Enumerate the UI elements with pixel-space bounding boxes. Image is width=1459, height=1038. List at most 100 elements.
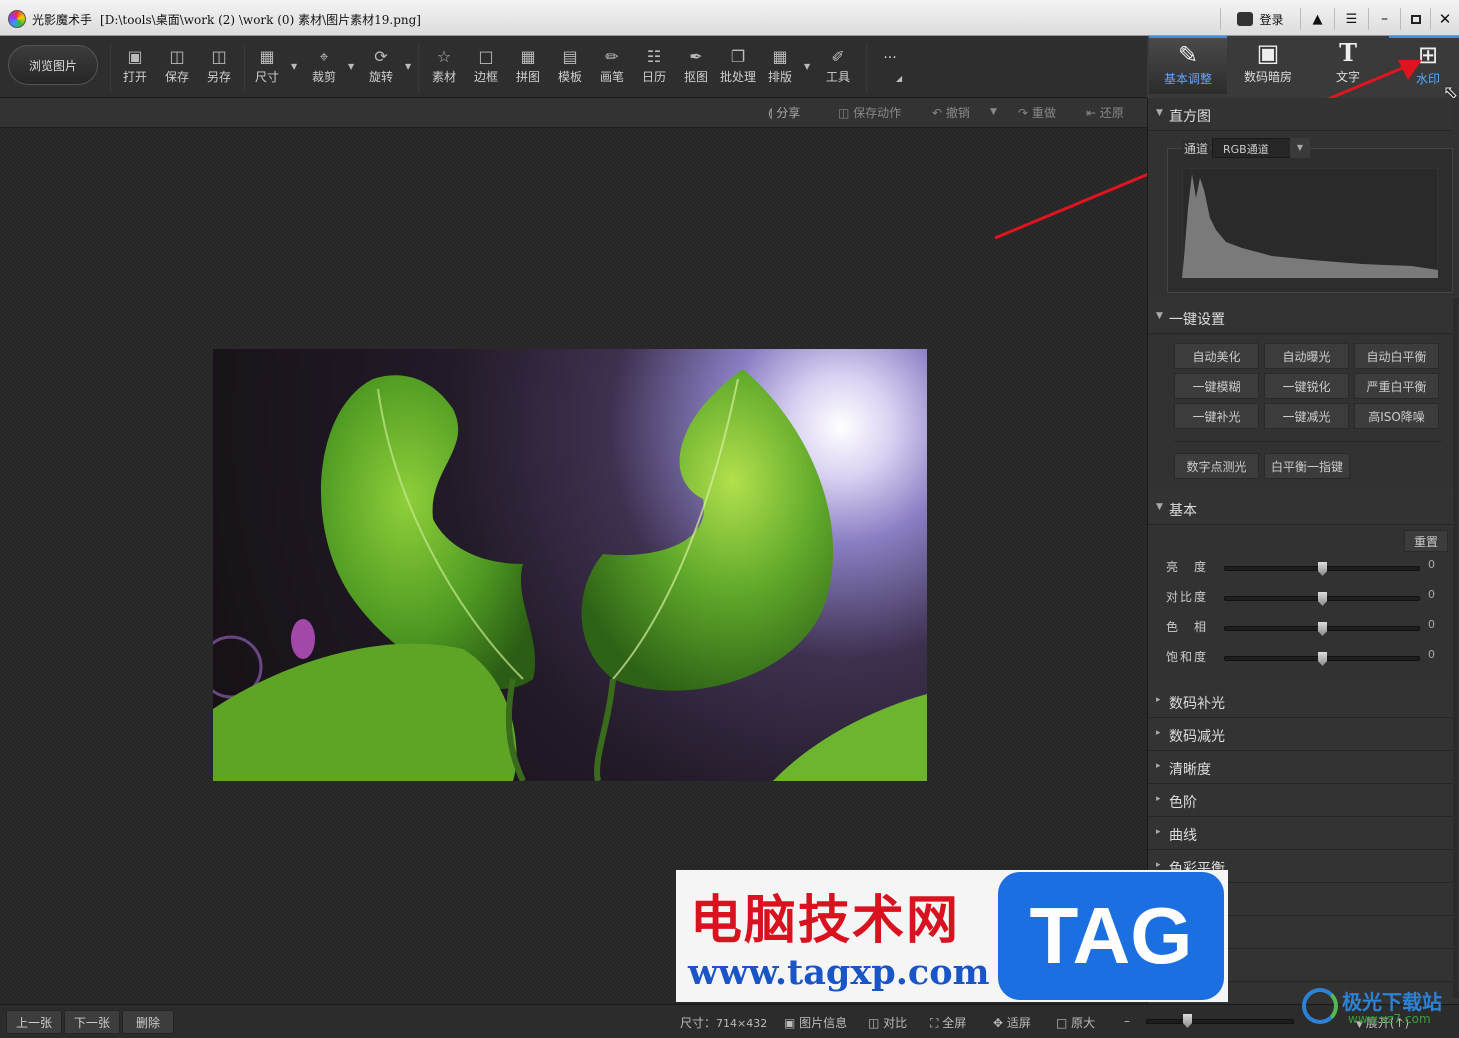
skin-button[interactable]: ▲	[1300, 8, 1334, 30]
contrast-slider[interactable]: 对比度 0	[1166, 588, 1446, 608]
one-click-blur-button[interactable]: 一键模糊	[1174, 373, 1259, 399]
hue-slider[interactable]: 色 相0	[1166, 618, 1446, 638]
rotate-dropdown-icon[interactable]: ▼	[405, 62, 411, 71]
toolbar-divider	[110, 44, 111, 92]
photo-leaves[interactable]	[213, 349, 927, 781]
cutout-icon: ✒	[689, 47, 703, 66]
browse-images-button[interactable]: 浏览图片	[8, 45, 98, 85]
levels-section[interactable]: ▸ 色阶	[1148, 784, 1453, 817]
toolbar-divider	[244, 44, 245, 92]
maximize-button[interactable]	[1400, 8, 1430, 30]
one-click-reduce-light-button[interactable]: 一键减光	[1264, 403, 1349, 429]
channel-dropdown-icon[interactable]: ▼	[1290, 138, 1310, 158]
photo-leaves-graphic	[213, 369, 927, 781]
one-click-sharpen-button[interactable]: 一键锐化	[1264, 373, 1349, 399]
right-panel: ▼ 直方图 通道 RGB通道 ▼ ▼ 一键设置 自动美化 自动曝光 自动白平衡 一键…	[1147, 98, 1459, 1004]
image-size: 尺寸：714×432	[680, 1016, 768, 1030]
more-button[interactable]: ···	[870, 46, 910, 91]
toolbar-expand-icon[interactable]: ◢	[896, 74, 902, 83]
fit-screen-button[interactable]: ✥ 适屏	[993, 1014, 1031, 1031]
divider	[1174, 441, 1442, 442]
saturation-slider[interactable]: 饱和度 0	[1166, 648, 1446, 668]
user-icon	[1237, 12, 1254, 26]
calendar-button[interactable]: ☷ 日历	[634, 46, 674, 91]
tools-button[interactable]: ✐ 工具	[818, 46, 858, 91]
toolbar-divider	[866, 44, 867, 92]
site-watermark-banner: 电脑技术网 www.tagxp.com TAG	[676, 870, 1228, 1002]
collage-button[interactable]: ▦ 拼图	[508, 46, 548, 91]
brush-icon: ✏	[605, 47, 619, 66]
zoom-slider[interactable]	[1146, 1014, 1294, 1028]
crop-icon: ⌖	[319, 47, 329, 66]
original-size-button[interactable]: □ 原大	[1056, 1014, 1095, 1031]
info-icon: ▣	[784, 1016, 800, 1030]
crop-dropdown-icon[interactable]: ▼	[348, 62, 354, 71]
cutout-button[interactable]: ✒ 抠图	[676, 46, 716, 91]
save-action-button[interactable]: ◫ 保存动作	[838, 104, 901, 121]
resize-icon: ▦	[259, 47, 275, 66]
fit-icon: ✥	[993, 1016, 1007, 1030]
prev-image-button[interactable]: 上一张	[6, 1010, 62, 1034]
histogram-header[interactable]: ▼ 直方图	[1148, 98, 1453, 131]
zoom-thumb[interactable]	[1183, 1014, 1192, 1028]
compare-icon: ◫	[868, 1016, 884, 1030]
resize-button[interactable]: ▦ 尺寸	[247, 46, 287, 91]
fullscreen-button[interactable]: ⛶ 全屏	[930, 1014, 966, 1031]
slider-thumb[interactable]	[1318, 622, 1327, 636]
template-button[interactable]: ▤ 模板	[550, 46, 590, 91]
close-button[interactable]: ✕	[1430, 8, 1459, 30]
zoom-out-icon[interactable]: –	[1124, 1014, 1130, 1028]
undo-button[interactable]: ↶ 撤销	[932, 104, 970, 121]
auto-exposure-button[interactable]: 自动曝光	[1264, 343, 1349, 369]
oneclick-header[interactable]: ▼ 一键设置	[1148, 301, 1453, 334]
calendar-icon: ☷	[646, 47, 662, 66]
menu-button[interactable]: ☰	[1334, 8, 1368, 30]
basic-header[interactable]: ▼ 基本	[1148, 492, 1453, 525]
slider-thumb[interactable]	[1318, 562, 1327, 576]
crop-button[interactable]: ⌖ 裁剪	[304, 46, 344, 91]
material-button[interactable]: ☆ 素材	[424, 46, 464, 91]
batch-button[interactable]: ❐ 批处理	[716, 46, 760, 91]
image-info-button[interactable]: ▣ 图片信息	[784, 1014, 847, 1031]
clarity-section[interactable]: ▸ 清晰度	[1148, 751, 1453, 784]
share-button[interactable]: ⟬ 分享	[768, 104, 800, 121]
high-iso-denoise-button[interactable]: 高ISO降噪	[1354, 403, 1439, 429]
brightness-slider[interactable]: 亮 度0	[1166, 558, 1446, 578]
curves-section[interactable]: ▸ 曲线	[1148, 817, 1453, 850]
resize-dropdown-icon[interactable]: ▼	[291, 62, 297, 71]
auto-beautify-button[interactable]: 自动美化	[1174, 343, 1259, 369]
one-click-fill-light-button[interactable]: 一键补光	[1174, 403, 1259, 429]
layout-dropdown-icon[interactable]: ▼	[804, 62, 810, 71]
layout-button[interactable]: ▦ 排版	[760, 46, 800, 91]
severe-white-balance-button[interactable]: 严重白平衡	[1354, 373, 1439, 399]
reduce-light-section[interactable]: ▸ 数码减光	[1148, 718, 1453, 751]
rotate-icon: ⟳	[374, 47, 388, 66]
brush-button[interactable]: ✏ 画笔	[592, 46, 632, 91]
save-button[interactable]: ◫ 保存	[157, 46, 197, 91]
next-image-button[interactable]: 下一张	[64, 1010, 120, 1034]
reset-button[interactable]: 重置	[1404, 530, 1448, 552]
layout-icon: ▦	[772, 47, 788, 66]
spot-metering-button[interactable]: 数字点测光	[1174, 453, 1259, 479]
open-button[interactable]: ▣ 打开	[115, 46, 155, 91]
window-title: 光影魔术手 [D:\tools\桌面\work (2) \work (0) 素材\…	[32, 13, 421, 27]
minimize-button[interactable]: –	[1368, 8, 1400, 30]
expand-arrow-icon: ▸	[1156, 695, 1161, 705]
rotate-button[interactable]: ⟳ 旋转	[361, 46, 401, 91]
fill-light-section[interactable]: ▸ 数码补光	[1148, 685, 1453, 718]
auto-white-balance-button[interactable]: 自动白平衡	[1354, 343, 1439, 369]
tag-logo: TAG	[998, 872, 1224, 1000]
save-action-icon: ◫	[838, 106, 854, 120]
white-balance-picker-button[interactable]: 白平衡一指键	[1264, 453, 1350, 479]
login-button[interactable]: 登录	[1220, 8, 1300, 30]
border-button[interactable]: □ 边框	[466, 46, 506, 91]
delete-button[interactable]: 删除	[122, 1010, 174, 1034]
save-as-button[interactable]: ◫ 另存	[199, 46, 239, 91]
scrollbar[interactable]	[1453, 298, 1458, 998]
compare-button[interactable]: ◫ 对比	[868, 1014, 907, 1031]
slider-thumb[interactable]	[1318, 592, 1327, 606]
fullscreen-icon: ⛶	[930, 1016, 943, 1030]
slider-thumb[interactable]	[1318, 652, 1327, 666]
material-icon: ☆	[436, 47, 452, 66]
batch-icon: ❐	[730, 47, 746, 66]
